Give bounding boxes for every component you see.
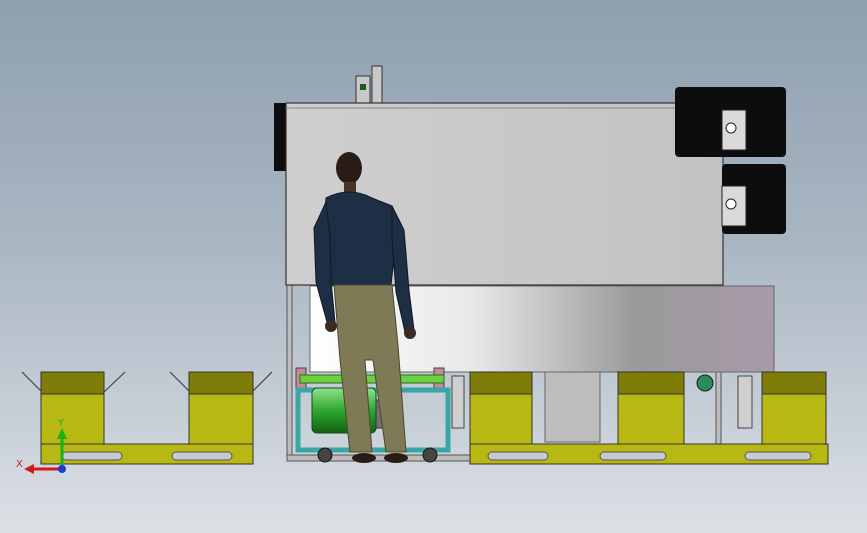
assembly-scene[interactable]: Y X xyxy=(0,0,867,533)
cad-viewport[interactable]: Y X xyxy=(0,0,867,533)
roof-box[interactable] xyxy=(355,65,383,104)
control-box-lower[interactable] xyxy=(721,164,786,234)
control-box-upper[interactable] xyxy=(675,87,786,157)
triad-x-label: X xyxy=(16,459,23,470)
right-crate-row[interactable] xyxy=(451,371,829,465)
triad-y-label: Y xyxy=(57,418,65,429)
